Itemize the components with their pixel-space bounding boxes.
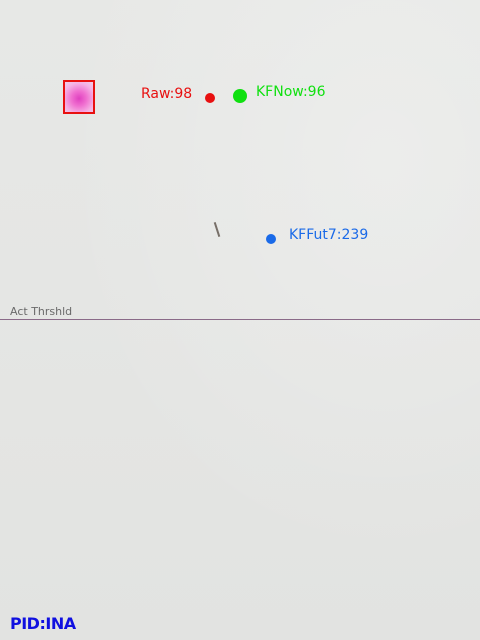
raw-label: Raw:98 <box>141 86 193 102</box>
activation-threshold-label: Act Thrshld <box>10 305 73 318</box>
pid-status: PID:INA <box>10 614 76 633</box>
camera-view: Raw:98 KFNow:96 KFFut7:239 Act Thrshld P… <box>0 0 480 640</box>
kf-future-label: KFFut7:239 <box>289 227 369 243</box>
kf-now-marker <box>233 89 247 103</box>
detected-target-box <box>63 80 95 114</box>
raw-marker <box>205 93 215 103</box>
activation-threshold-line <box>0 319 480 320</box>
kf-future-marker <box>266 234 276 244</box>
kf-now-label: KFNow:96 <box>256 84 326 100</box>
